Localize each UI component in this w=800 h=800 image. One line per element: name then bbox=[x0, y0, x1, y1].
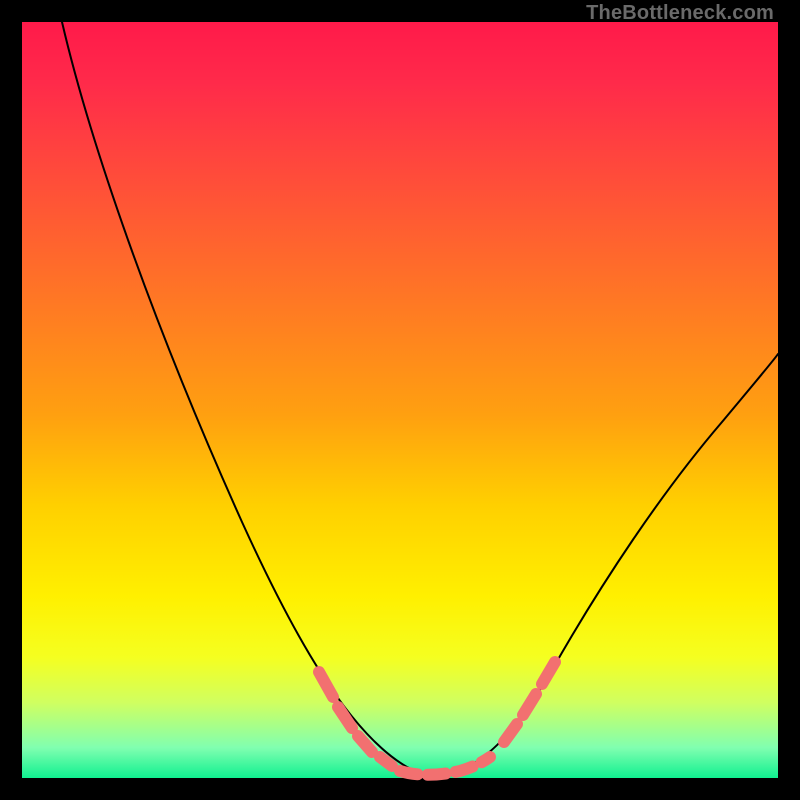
left-arm-dash bbox=[380, 757, 392, 766]
left-arm-dash bbox=[319, 672, 333, 697]
watermark-text: TheBottleneck.com bbox=[586, 2, 774, 25]
left-arm-dash bbox=[358, 736, 372, 752]
bottleneck-curve bbox=[62, 22, 778, 774]
plot-area bbox=[22, 22, 778, 778]
chart-frame: TheBottleneck.com bbox=[0, 0, 800, 800]
curve-layer bbox=[22, 22, 778, 778]
right-arm-dash bbox=[542, 662, 555, 684]
valley-solid bbox=[400, 757, 490, 775]
right-arm-dash bbox=[504, 724, 517, 742]
right-arm-dash bbox=[523, 694, 536, 715]
left-arm-dash bbox=[338, 707, 352, 728]
